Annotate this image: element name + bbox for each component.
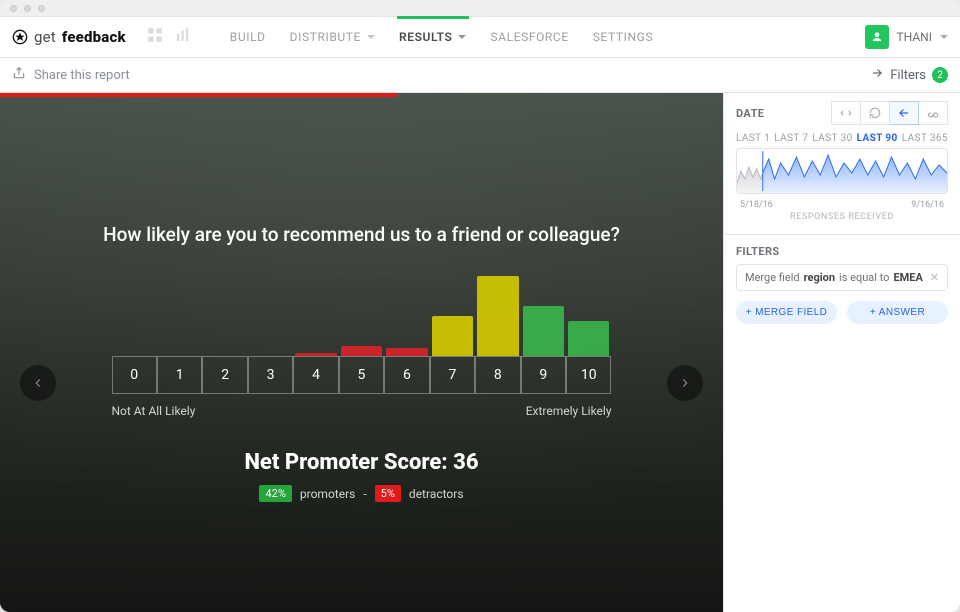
scale-max-label: Extremely Likely <box>526 404 612 418</box>
date-mode-fit-icon[interactable] <box>831 101 861 125</box>
spark-caption: RESPONSES RECEIVED <box>724 212 960 230</box>
score-block: Net Promoter Score: 36 42% promoters - 5… <box>26 450 697 502</box>
chip-val: EMEA <box>893 271 922 284</box>
date-range-preset[interactable]: LAST 90 <box>857 133 898 144</box>
nps-scale-cell[interactable]: 0 <box>112 356 157 394</box>
stage-inner: How likely are you to recommend us to a … <box>0 93 723 612</box>
dash: - <box>363 487 366 501</box>
score-breakdown: 42% promoters - 5% detractors <box>26 485 697 502</box>
traffic-light-close[interactable] <box>10 5 17 12</box>
tab-results[interactable]: RESULTS <box>399 30 467 44</box>
responses-sparkline[interactable] <box>737 149 947 193</box>
nps-bars <box>112 276 612 356</box>
promoters-label: promoters <box>300 487 355 501</box>
tab-settings[interactable]: SETTINGS <box>593 30 653 44</box>
tab-build[interactable]: BUILD <box>230 30 266 44</box>
nps-scale-cell[interactable]: 1 <box>157 356 202 394</box>
tab-label: SETTINGS <box>593 30 653 44</box>
nps-scale-cell[interactable]: 8 <box>475 356 520 394</box>
nps-scale-cell[interactable]: 5 <box>339 356 384 394</box>
filters-toggle[interactable]: Filters <box>890 68 926 83</box>
detractors-label: detractors <box>409 487 464 501</box>
tab-label: BUILD <box>230 30 266 44</box>
date-mode-refresh-icon[interactable] <box>861 101 890 125</box>
date-range-preset[interactable]: LAST 365 <box>902 133 948 144</box>
filters-section-title: FILTERS <box>724 234 960 264</box>
date-range-preset[interactable]: LAST 30 <box>812 133 852 144</box>
brand-text-feedback: feedback <box>62 28 126 46</box>
sidebar: DATE LAST 1 LAST 7 LAST 30 LAST 90 LAST 365 <box>723 93 960 612</box>
toolbar: Share this report Filters 2 <box>0 58 960 93</box>
tab-label: SALESFORCE <box>490 30 568 44</box>
chevron-down-icon <box>458 35 466 39</box>
tab-label: DISTRIBUTE <box>290 30 361 44</box>
traffic-light-max[interactable] <box>38 5 45 12</box>
nps-score-title: Net Promoter Score: 36 <box>26 450 697 475</box>
content: How likely are you to recommend us to a … <box>0 93 960 612</box>
add-merge-field-button[interactable]: + MERGE FIELD <box>736 301 837 324</box>
chip-pre: Merge field <box>745 271 800 284</box>
nps-scale: 012345678910 <box>112 356 612 394</box>
mac-title-bar <box>0 0 960 17</box>
scale-min-label: Not At All Likely <box>112 404 196 418</box>
share-icon[interactable] <box>12 66 26 84</box>
detractors-pct-badge: 5% <box>375 485 401 502</box>
chevron-down-icon <box>940 35 948 39</box>
date-range-preset[interactable]: LAST 7 <box>774 133 808 144</box>
brand-icon <box>12 29 28 45</box>
nps-scale-cell[interactable]: 9 <box>521 356 566 394</box>
arrow-right-icon <box>870 66 884 84</box>
filters-count-badge: 2 <box>932 67 948 83</box>
date-range-presets: LAST 1 LAST 7 LAST 30 LAST 90 LAST 365 <box>724 133 960 144</box>
chip-field: region <box>804 271 835 284</box>
date-mode-back-icon[interactable] <box>890 101 919 125</box>
chip-mid: is equal to <box>839 271 889 284</box>
traffic-light-min[interactable] <box>24 5 31 12</box>
question-text: How likely are you to recommend us to a … <box>26 223 697 246</box>
brand-logo[interactable]: get feedback <box>12 17 126 57</box>
add-answer-button[interactable]: + ANSWER <box>847 301 948 324</box>
close-icon[interactable]: ✕ <box>930 271 939 284</box>
promoters-pct-badge: 42% <box>259 485 291 502</box>
date-range-preset[interactable]: LAST 1 <box>736 133 770 144</box>
chevron-down-icon <box>367 35 375 39</box>
avatar <box>865 25 889 49</box>
grid-view-icon[interactable] <box>146 26 164 48</box>
brand-text-get: get <box>34 28 56 46</box>
tab-distribute[interactable]: DISTRIBUTE <box>290 30 375 44</box>
spark-start-date: 5/18/16 <box>740 200 773 210</box>
user-name: THANI <box>897 30 932 44</box>
sparkline-panel <box>736 148 948 194</box>
top-nav: get feedback BUILD DISTRIBUTE RESULTS SAL… <box>0 17 960 58</box>
bar-view-icon[interactable] <box>174 26 192 48</box>
date-mode-infinity-icon[interactable] <box>919 101 948 125</box>
date-section-title: DATE <box>736 107 764 120</box>
share-report-button[interactable]: Share this report <box>34 68 130 83</box>
nps-scale-cell[interactable]: 4 <box>293 356 338 394</box>
results-stage: How likely are you to recommend us to a … <box>0 93 723 612</box>
date-mode-toggle <box>831 101 948 125</box>
nps-chart: 012345678910 Not At All Likely Extremely… <box>112 276 612 418</box>
nps-scale-cell[interactable]: 3 <box>248 356 293 394</box>
tab-salesforce[interactable]: SALESFORCE <box>490 30 568 44</box>
nps-scale-cell[interactable]: 2 <box>202 356 247 394</box>
filter-chip[interactable]: Merge field region is equal to EMEA ✕ <box>736 264 948 291</box>
nav-view-icons <box>146 17 192 57</box>
spark-end-date: 9/16/16 <box>911 200 944 210</box>
nps-scale-cell[interactable]: 10 <box>566 356 611 394</box>
nps-scale-cell[interactable]: 7 <box>430 356 475 394</box>
tab-label: RESULTS <box>399 30 453 44</box>
top-nav-right: THANI <box>865 17 948 57</box>
app-window: get feedback BUILD DISTRIBUTE RESULTS SAL… <box>0 0 960 612</box>
nav-tabs: BUILD DISTRIBUTE RESULTS SALESFORCE SETT… <box>230 17 653 57</box>
nps-scale-cell[interactable]: 6 <box>384 356 429 394</box>
user-menu[interactable]: THANI <box>865 25 948 49</box>
